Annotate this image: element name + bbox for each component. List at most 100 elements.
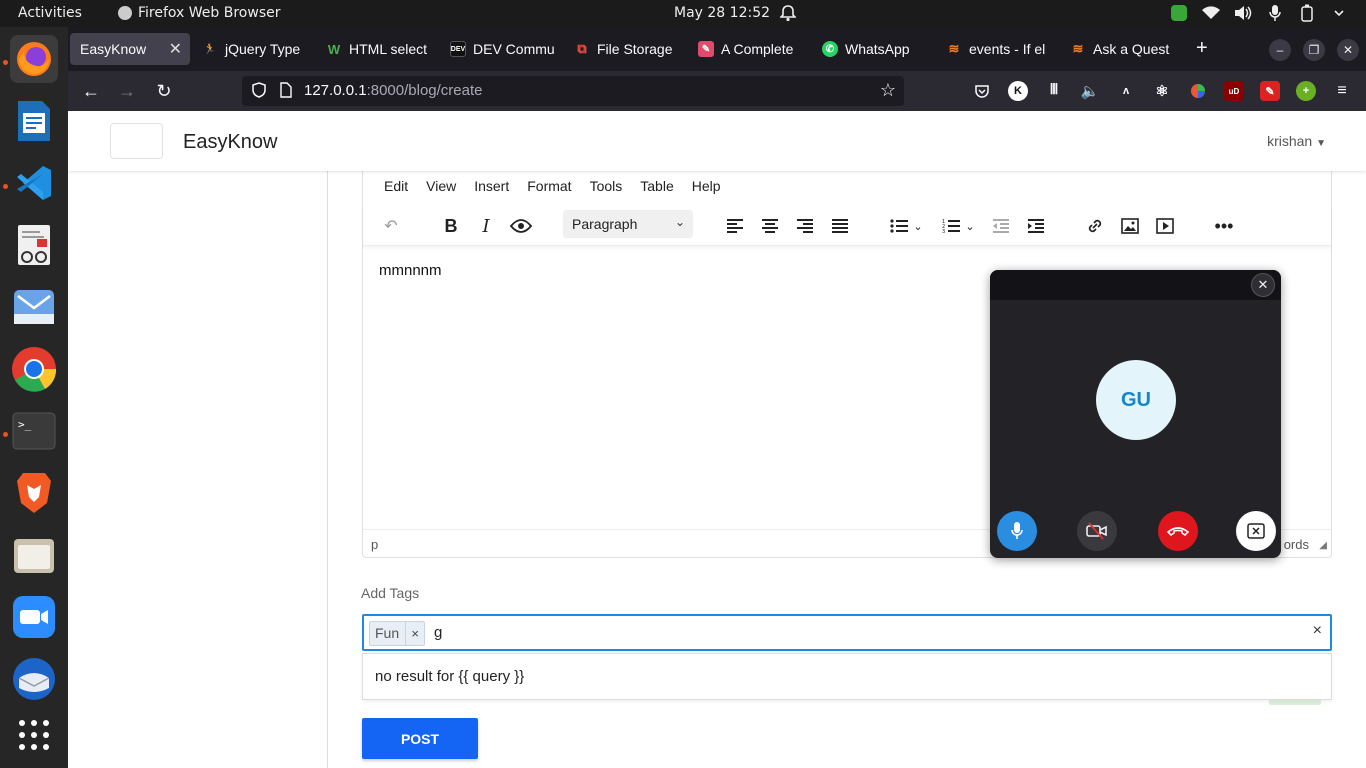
menu-tools[interactable]: Tools (581, 168, 632, 200)
tab-dev-community[interactable]: DEV DEV Commu (440, 33, 558, 65)
microphone-button[interactable] (997, 511, 1037, 551)
close-icon[interactable]: ✕ (1251, 273, 1275, 297)
wifi-icon[interactable] (1202, 4, 1220, 22)
menu-format[interactable]: Format (518, 168, 580, 200)
menu-edit[interactable]: Edit (375, 168, 417, 200)
element-path[interactable]: p (371, 537, 378, 552)
tab-whatsapp[interactable]: ✆ WhatsApp (812, 33, 930, 65)
clear-tags-icon[interactable]: × (1313, 622, 1322, 640)
tab-a-complete[interactable]: ✎ A Complete (688, 33, 806, 65)
block-format-select[interactable]: Paragraph ⌄ (563, 210, 693, 238)
media-icon[interactable] (1151, 212, 1179, 240)
tab-ask-question[interactable]: ≋ Ask a Quest (1060, 33, 1170, 65)
align-center-icon[interactable] (756, 212, 784, 240)
show-applications-icon[interactable] (10, 711, 58, 759)
call-popup[interactable]: ✕ GU (990, 270, 1281, 558)
dock-document-viewer-icon[interactable] (10, 221, 58, 269)
pocket-icon[interactable] (972, 81, 992, 101)
back-arrow-icon[interactable]: ← (80, 80, 102, 102)
app-menu[interactable]: Firefox Web Browser (118, 5, 281, 21)
tab-easyknow[interactable]: EasyKnow ✕ (70, 33, 190, 65)
more-options-icon[interactable]: ••• (1210, 212, 1238, 240)
camera-off-button[interactable] (1077, 511, 1117, 551)
word-count[interactable]: ords (1284, 537, 1309, 552)
extension-k-icon[interactable]: K (1008, 81, 1028, 101)
forward-arrow-icon[interactable]: → (116, 80, 138, 102)
menu-help[interactable]: Help (683, 168, 730, 200)
call-popup-header[interactable] (990, 270, 1281, 300)
extension-a-icon[interactable]: ʌ (1116, 81, 1136, 101)
hamburger-menu-icon[interactable]: ≡ (1332, 81, 1352, 101)
bold-icon[interactable]: B (437, 212, 465, 240)
site-shield-icon[interactable] (252, 82, 266, 102)
dock-vscode-icon[interactable] (10, 159, 58, 207)
dock-chrome-icon[interactable] (10, 345, 58, 393)
editor-content[interactable]: mmnnnm (379, 262, 442, 279)
bullet-list-chevron-icon[interactable]: ⌄ (909, 212, 927, 240)
tags-dropdown[interactable]: no result for {{ query }} (362, 653, 1332, 700)
speaker-extension-icon[interactable]: 🔈 (1080, 81, 1100, 101)
library-icon[interactable]: 𝍫 (1044, 81, 1064, 101)
green-extension-icon[interactable]: + (1296, 81, 1316, 101)
minimize-button[interactable]: – (1269, 39, 1291, 61)
align-left-icon[interactable] (721, 212, 749, 240)
activities-button[interactable]: Activities (18, 5, 82, 21)
dock-terminal-icon[interactable]: >_ (10, 407, 58, 455)
battery-icon[interactable] (1298, 4, 1316, 22)
tags-input[interactable]: Fun × g × (362, 614, 1332, 651)
dock-firefox-icon[interactable] (10, 35, 58, 83)
tag-remove-icon[interactable]: × (406, 626, 424, 641)
maximize-button[interactable]: ❐ (1303, 39, 1325, 61)
user-name: krishan (1267, 133, 1313, 149)
tab-html-select[interactable]: W HTML select (316, 33, 434, 65)
notification-bell-icon[interactable] (779, 4, 797, 26)
image-icon[interactable] (1116, 212, 1144, 240)
link-icon[interactable] (1081, 212, 1109, 240)
dock-thunderbird-icon[interactable] (10, 655, 58, 703)
outdent-icon[interactable] (987, 212, 1015, 240)
menu-view[interactable]: View (417, 168, 465, 200)
reload-icon[interactable]: ↻ (153, 80, 175, 102)
power-menu-icon[interactable] (1330, 4, 1348, 22)
italic-icon[interactable]: I (472, 212, 500, 240)
tab-events[interactable]: ≋ events - If el (936, 33, 1054, 65)
numbered-list-chevron-icon[interactable]: ⌄ (961, 212, 979, 240)
react-devtools-icon[interactable]: ⚛ (1152, 81, 1172, 101)
update-shield-icon[interactable] (1170, 4, 1188, 22)
color-extension-icon[interactable] (1188, 81, 1208, 101)
new-tab-button[interactable]: + (1196, 37, 1208, 60)
bookmark-star-icon[interactable]: ☆ (880, 80, 896, 101)
site-logo[interactable] (110, 123, 163, 159)
address-bar[interactable]: 127.0.0.1:8000/blog/create ☆ (242, 76, 904, 106)
page-info-icon[interactable] (278, 82, 292, 102)
tab-file-storage[interactable]: ⧉ File Storage (564, 33, 682, 65)
align-right-icon[interactable] (791, 212, 819, 240)
red-extension-icon[interactable]: ✎ (1260, 81, 1280, 101)
dock-writer-icon[interactable] (10, 97, 58, 145)
dock-zoom-icon[interactable] (10, 593, 58, 641)
align-justify-icon[interactable] (826, 212, 854, 240)
microphone-icon[interactable] (1266, 4, 1284, 22)
menu-table[interactable]: Table (631, 168, 682, 200)
preview-eye-icon[interactable] (507, 212, 535, 240)
dock-mail-icon[interactable] (10, 283, 58, 331)
clock[interactable]: May 28 12:52 (674, 5, 770, 21)
user-menu[interactable]: krishan ▼ (1267, 133, 1326, 149)
tab-jquery[interactable]: 🏃 jQuery Type (192, 33, 312, 65)
menu-insert[interactable]: Insert (465, 168, 518, 200)
tag-search-text[interactable]: g (434, 624, 442, 641)
indent-icon[interactable] (1022, 212, 1050, 240)
site-brand[interactable]: EasyKnow (183, 131, 278, 154)
minimize-call-button[interactable] (1236, 511, 1276, 551)
undo-icon[interactable]: ↶ (377, 212, 405, 240)
post-button[interactable]: POST (362, 718, 478, 759)
ublock-icon[interactable]: uD (1224, 81, 1244, 101)
dock-brave-icon[interactable] (10, 469, 58, 517)
dock-files-icon[interactable] (10, 531, 58, 579)
volume-icon[interactable] (1234, 4, 1252, 22)
tab-close-icon[interactable]: ✕ (169, 39, 182, 59)
tab-label: File Storage (597, 41, 673, 57)
resize-handle-icon[interactable]: ◢ (1319, 540, 1327, 551)
close-window-button[interactable]: ✕ (1337, 39, 1359, 61)
end-call-button[interactable] (1158, 511, 1198, 551)
